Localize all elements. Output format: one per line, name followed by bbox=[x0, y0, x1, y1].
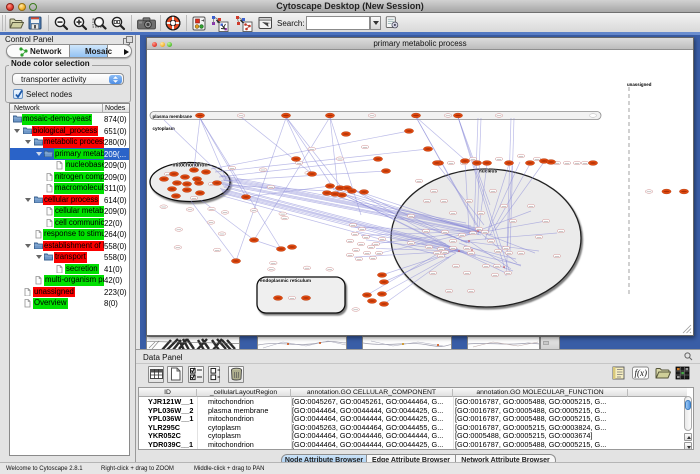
svg-text:nucleus: nucleus bbox=[479, 169, 498, 175]
svg-text:unassigned: unassigned bbox=[627, 82, 652, 87]
svg-text:plasma membrane: plasma membrane bbox=[153, 114, 193, 119]
svg-text:f(x): f(x) bbox=[635, 368, 648, 378]
svg-text:mitochondrion: mitochondrion bbox=[173, 163, 208, 169]
svg-text:cytoplasm: cytoplasm bbox=[153, 126, 175, 131]
svg-text:endoplasmic reticulum: endoplasmic reticulum bbox=[260, 278, 311, 283]
